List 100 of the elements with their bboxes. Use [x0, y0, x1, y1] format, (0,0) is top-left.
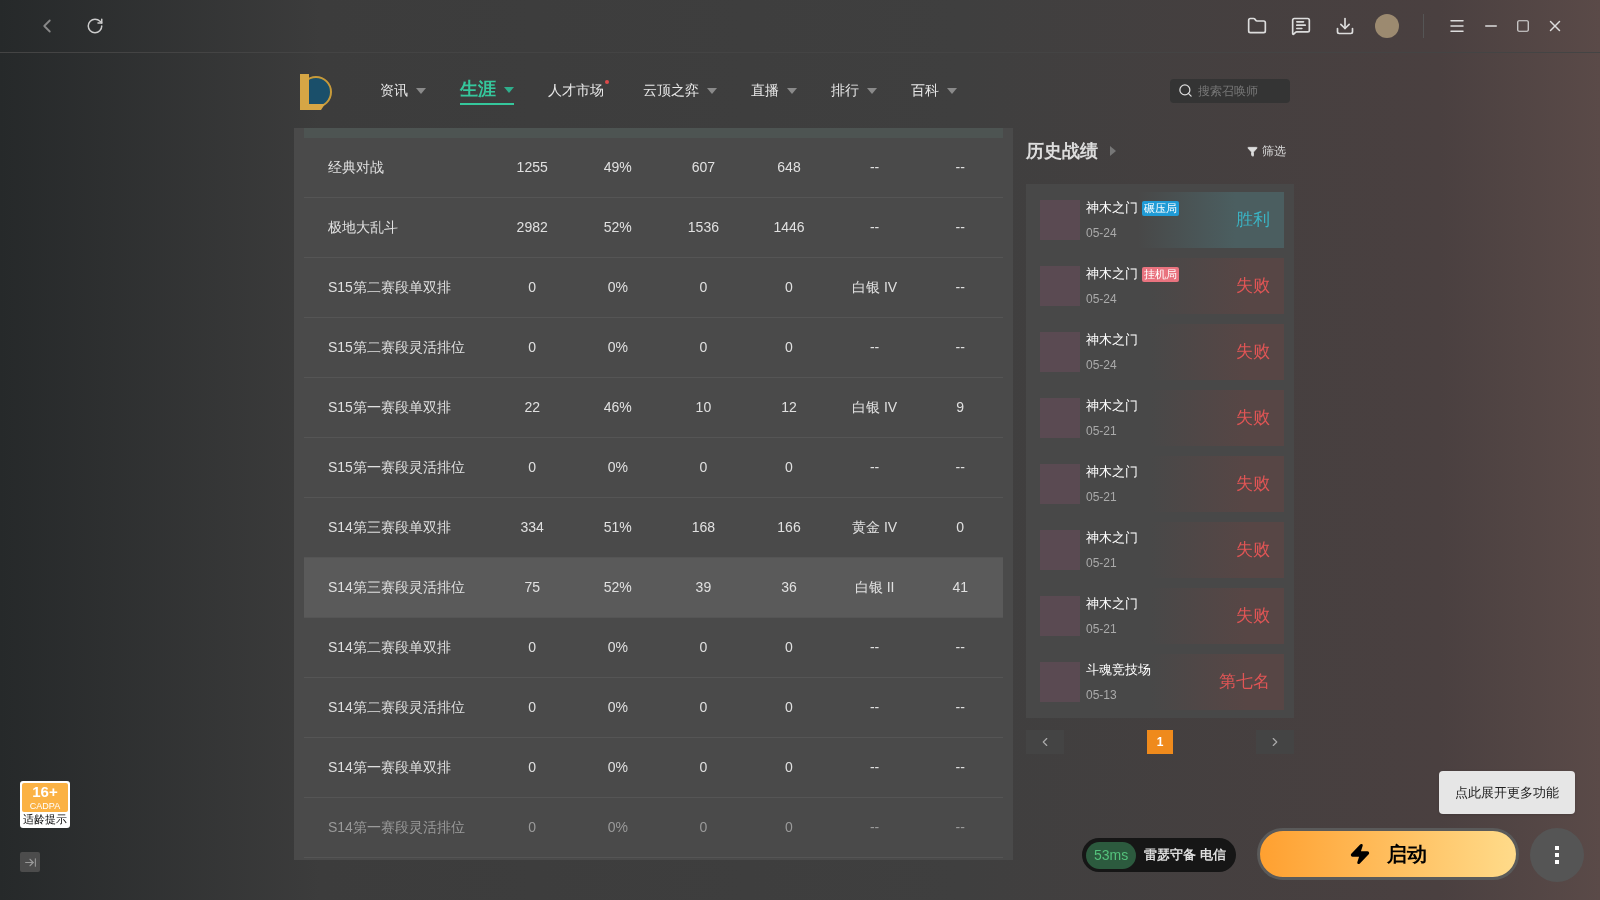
game-mode: 神木之门	[1086, 397, 1138, 416]
nav-tab[interactable]: 人才市场	[548, 80, 609, 101]
table-cell-text: 0	[527, 638, 538, 657]
age-rating: 16+	[32, 783, 58, 801]
table-cell-text: 0	[527, 278, 538, 297]
game-mode: 神木之门	[1086, 463, 1138, 482]
refresh-icon[interactable]	[86, 17, 104, 35]
table-cell-text: 白银 II	[853, 578, 896, 597]
table-cell-text: 166	[776, 518, 802, 537]
download-icon[interactable]	[1335, 16, 1355, 36]
match-date: 05-24	[1086, 224, 1118, 242]
filter-icon	[1247, 145, 1258, 157]
match-result: 失败	[1236, 407, 1270, 430]
table-cell-text: --	[954, 638, 966, 657]
table-cell-text: S15第一赛段单双排	[327, 398, 452, 417]
stats-row[interactable]: S15第二赛段灵活排位 0 0% 0 0 -- --	[304, 318, 1003, 378]
stats-row[interactable]: 经典对战 1255 49% 607 648 -- --	[304, 138, 1003, 198]
stats-row[interactable]: 极地大乱斗 2982 52% 1536 1446 -- --	[304, 198, 1003, 258]
table-cell-text: 648	[776, 158, 802, 177]
match-date: 05-21	[1086, 488, 1118, 506]
table-cell-text: S15第二赛段单双排	[327, 278, 452, 297]
table-cell-text: 0	[527, 338, 538, 357]
match-item[interactable]: 神木之门 碾压局 05-24 胜利	[1040, 192, 1284, 248]
history-title: 历史战绩	[1026, 139, 1098, 163]
search-icon	[1178, 83, 1193, 98]
match-tag: 挂机局	[1142, 266, 1179, 282]
table-cell-text: 0	[698, 818, 709, 837]
table-cell-text: --	[868, 758, 881, 777]
match-item[interactable]: 斗魂竞技场 05-13 第七名	[1040, 654, 1284, 710]
game-mode: 神木之门	[1086, 199, 1138, 218]
table-cell-text: 0	[527, 698, 538, 717]
stats-row[interactable]: S14第二赛段灵活排位 0 0% 0 0 -- --	[304, 678, 1003, 738]
table-cell-text: --	[954, 818, 966, 837]
table-cell-text: --	[954, 458, 966, 477]
filter-button[interactable]: 筛选	[1247, 142, 1294, 160]
table-cell-text: 36	[780, 578, 798, 597]
table-cell-text: --	[868, 698, 881, 717]
table-cell-text: 2982	[515, 218, 549, 237]
match-result: 失败	[1236, 605, 1270, 628]
table-cell-text: 10	[694, 398, 713, 417]
nav-tab[interactable]: 生涯	[460, 76, 514, 105]
match-date: 05-21	[1086, 554, 1118, 572]
match-result: 第七名	[1219, 671, 1270, 694]
match-item[interactable]: 神木之门 挂机局 05-24 失败	[1040, 258, 1284, 314]
stats-row[interactable]: S14第一赛段单双排 0 0% 0 0 -- --	[304, 738, 1003, 798]
match-item[interactable]: 神木之门 05-21 失败	[1040, 522, 1284, 578]
nav-tab[interactable]: 百科	[911, 80, 957, 101]
menu-icon[interactable]	[1448, 17, 1466, 35]
collapse-button[interactable]	[20, 852, 40, 872]
table-cell-text: 51%	[602, 518, 633, 537]
table-cell-text: 经典对战	[327, 158, 385, 177]
nav-tab[interactable]: 排行	[831, 80, 877, 101]
table-cell-text: 168	[690, 518, 717, 537]
ping-badge: 53ms	[1086, 841, 1137, 869]
stats-row[interactable]: S14第三赛段灵活排位 75 52% 39 36 白银 II 41	[304, 558, 1003, 618]
table-cell-text: --	[868, 218, 881, 237]
chat-icon[interactable]	[1291, 16, 1311, 36]
table-cell-text: --	[868, 158, 881, 177]
match-result: 失败	[1236, 341, 1270, 364]
table-cell-text: 白银 IV	[851, 398, 899, 417]
stats-row[interactable]: S14第二赛段单双排 0 0% 0 0 -- --	[304, 618, 1003, 678]
table-cell-text: --	[868, 338, 881, 357]
caret-icon	[416, 87, 426, 94]
table-cell-text: 0	[784, 698, 794, 717]
table-cell-text: 0	[784, 638, 794, 657]
stats-row[interactable]: S15第一赛段单双排 22 46% 10 12 白银 IV 9	[304, 378, 1003, 438]
match-item[interactable]: 神木之门 05-24 失败	[1040, 324, 1284, 380]
caret-icon	[947, 87, 957, 94]
nav-tab[interactable]: 资讯	[380, 80, 426, 101]
table-cell-text: --	[954, 218, 966, 237]
maximize-icon[interactable]	[1516, 19, 1530, 33]
nav-tab[interactable]: 直播	[751, 80, 797, 101]
table-cell-text: --	[954, 158, 966, 177]
caret-icon	[867, 87, 877, 94]
stats-row[interactable]: S15第一赛段灵活排位 0 0% 0 0 -- --	[304, 438, 1003, 498]
table-cell-text: 0	[955, 518, 966, 537]
table-cell-text: 46%	[602, 398, 633, 417]
folder-icon[interactable]	[1247, 16, 1267, 36]
table-cell-text: 334	[519, 518, 545, 537]
search-field[interactable]: 搜索召唤师	[1170, 79, 1290, 103]
stats-row[interactable]: S15第二赛段单双排 0 0% 0 0 白银 IV --	[304, 258, 1003, 318]
table-cell-text: S14第三赛段灵活排位	[327, 578, 466, 597]
launch-button[interactable]: 启动	[1257, 828, 1519, 880]
table-cell-text: 0%	[606, 278, 629, 297]
nav-tab[interactable]: 云顶之弈	[643, 80, 717, 101]
table-cell-text: 0	[784, 818, 794, 837]
game-mode: 神木之门	[1086, 331, 1138, 350]
match-item[interactable]: 神木之门 05-21 失败	[1040, 588, 1284, 644]
avatar[interactable]	[1375, 14, 1399, 38]
lightning-icon	[1349, 843, 1371, 865]
table-cell-text: 0%	[606, 758, 629, 777]
table-cell-text: 0	[698, 458, 709, 477]
match-item[interactable]: 神木之门 05-21 失败	[1040, 456, 1284, 512]
table-cell-text: --	[868, 638, 881, 657]
table-cell-text: --	[954, 278, 966, 297]
match-item[interactable]: 神木之门 05-21 失败	[1040, 390, 1284, 446]
game-mode: 神木之门	[1086, 265, 1138, 284]
table-cell-text: 9	[955, 398, 966, 417]
table-cell-text: 0%	[606, 638, 629, 657]
match-result: 失败	[1236, 539, 1270, 562]
